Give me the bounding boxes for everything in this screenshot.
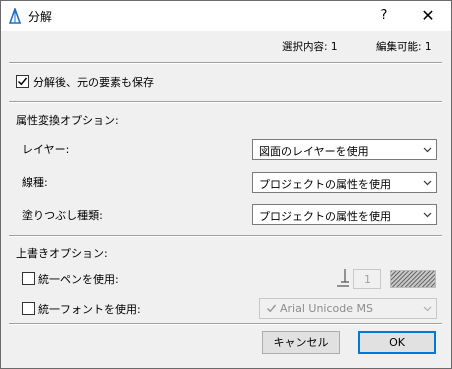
- help-button[interactable]: ?: [365, 1, 403, 31]
- fill-type-select[interactable]: プロジェクトの属性を使用: [252, 204, 437, 225]
- checkmark-icon: [17, 77, 28, 86]
- uniform-font-checkbox[interactable]: [22, 302, 35, 315]
- divider: [9, 101, 442, 103]
- linetype-select[interactable]: プロジェクトの属性を使用: [252, 172, 437, 193]
- fill-type-label: 塗りつぶし種類:: [22, 209, 103, 222]
- pen-icon: [337, 269, 349, 287]
- linetype-value: プロジェクトの属性を使用: [259, 178, 391, 191]
- layer-label: レイヤー:: [22, 143, 70, 156]
- uniform-font-label[interactable]: 統一フォントを使用:: [38, 301, 141, 317]
- layer-select[interactable]: 図面のレイヤーを使用: [252, 139, 437, 160]
- linetype-label: 線種:: [22, 176, 48, 189]
- uniform-pen-label[interactable]: 統一ペンを使用:: [38, 271, 119, 287]
- override-options-heading: 上書きオプション:: [16, 247, 108, 260]
- divider: [9, 62, 442, 64]
- title-bar: 分解 ? ✕: [1, 1, 451, 31]
- chevron-down-icon: [423, 212, 432, 218]
- pen-color-swatch[interactable]: [390, 270, 436, 288]
- chevron-down-icon: [423, 180, 432, 186]
- keep-original-checkbox[interactable]: [16, 75, 29, 88]
- app-icon: [8, 8, 22, 24]
- close-button[interactable]: ✕: [405, 1, 451, 31]
- selected-count: 選択内容: 1: [282, 41, 338, 53]
- fill-type-value: プロジェクトの属性を使用: [259, 210, 391, 223]
- checkmark-icon: [266, 304, 277, 313]
- layer-value: 図面のレイヤーを使用: [259, 145, 369, 158]
- font-select[interactable]: Arial Unicode MS: [259, 298, 437, 319]
- keep-original-label[interactable]: 分解後、元の要素も保存: [33, 74, 154, 90]
- uniform-pen-checkbox[interactable]: [22, 272, 35, 285]
- cancel-button[interactable]: キャンセル: [262, 331, 340, 354]
- attribute-options-heading: 属性変換オプション:: [16, 114, 119, 127]
- pen-number-field[interactable]: 1: [353, 269, 381, 289]
- chevron-down-icon: [423, 147, 432, 153]
- divider: [9, 235, 442, 237]
- divider: [9, 323, 442, 325]
- editable-count: 編集可能: 1: [376, 41, 432, 53]
- chevron-down-icon: [423, 306, 432, 312]
- font-value: Arial Unicode MS: [280, 302, 373, 315]
- ok-button[interactable]: OK: [358, 331, 436, 354]
- explode-dialog: 分解 ? ✕ 選択内容: 1 編集可能: 1 分解後、元の要素も保存 属性変換オ…: [0, 0, 452, 369]
- window-title: 分解: [28, 10, 53, 24]
